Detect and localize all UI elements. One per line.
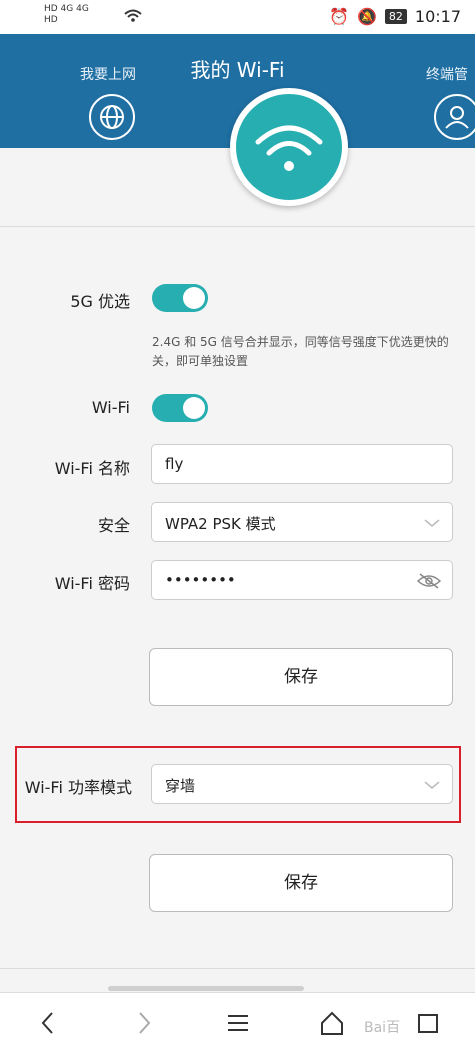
wifi-password-value: •••••••• [165,571,236,589]
wifi-toggle[interactable] [152,394,208,422]
wifi-name-field[interactable]: fly [151,444,453,484]
wifi-password-field[interactable]: •••••••• [151,560,453,600]
wifi-toggle-knob [183,397,205,419]
nav-internet-button[interactable] [89,94,135,140]
security-select[interactable]: WPA2 PSK 模式 [151,502,453,542]
menu-icon[interactable] [224,1009,252,1037]
power-mode-value: 穿墙 [165,777,196,795]
band-label: 5G 优选 [70,292,130,311]
tabs-icon[interactable] [414,1009,442,1037]
home-icon[interactable] [318,1009,346,1037]
save-power-button[interactable]: 保存 [149,854,453,912]
security-value: WPA2 PSK 模式 [165,515,276,533]
wifi-label: Wi-Fi [91,398,130,417]
band-note-line1: 2.4G 和 5G 信号合并显示，同等信号强度下优选更快的 [152,335,449,349]
my-wifi-button[interactable] [230,88,348,206]
network-status-top: HD 4G 4G [44,4,89,14]
scrollbar[interactable] [108,986,304,991]
section-divider [0,226,475,227]
power-mode-label: Wi-Fi 功率模式 [24,778,132,797]
section-divider [0,968,475,969]
watermark: Bai百 [364,1020,401,1036]
globe-icon [100,105,124,129]
user-icon [445,106,469,129]
band-note-line2: 关，即可单独设置 [152,354,249,368]
band-note: 2.4G 和 5G 信号合并显示，同等信号强度下优选更快的 关，即可单独设置 [152,333,474,371]
wifi-name-value: fly [165,455,184,473]
wifi-signal-icon [124,9,142,22]
eye-hidden-icon[interactable] [416,571,442,591]
chevron-down-icon [424,519,440,527]
power-mode-select[interactable]: 穿墙 [151,764,453,804]
mute-icon: 🔕 [356,7,377,26]
alarm-icon: ⏰ [329,7,349,26]
wifi-icon [255,125,323,171]
battery-indicator: 82 [384,9,407,24]
forward-icon[interactable] [130,1009,158,1037]
page-title: 我的 Wi-Fi [190,58,285,82]
chevron-down-icon [424,781,440,789]
security-label: 安全 [97,516,130,535]
nav-internet-label[interactable]: 我要上网 [80,64,136,84]
save-wifi-button[interactable]: 保存 [149,648,453,706]
status-bar: HD 4G 4G HD ⏰ 🔕 82 10:17 [0,0,475,34]
band-toggle-knob [183,287,205,309]
clock: 10:17 [414,7,461,26]
band-toggle[interactable] [152,284,208,312]
network-status-bottom: HD [44,15,58,25]
wifi-name-label: Wi-Fi 名称 [54,459,130,478]
back-icon[interactable] [34,1009,62,1037]
signal-indicators: HD 4G 4G HD [44,4,89,26]
browser-toolbar [0,992,475,1056]
wifi-password-label: Wi-Fi 密码 [54,574,130,593]
nav-devices-button[interactable] [434,94,475,140]
nav-devices-label[interactable]: 终端管 [426,64,468,84]
